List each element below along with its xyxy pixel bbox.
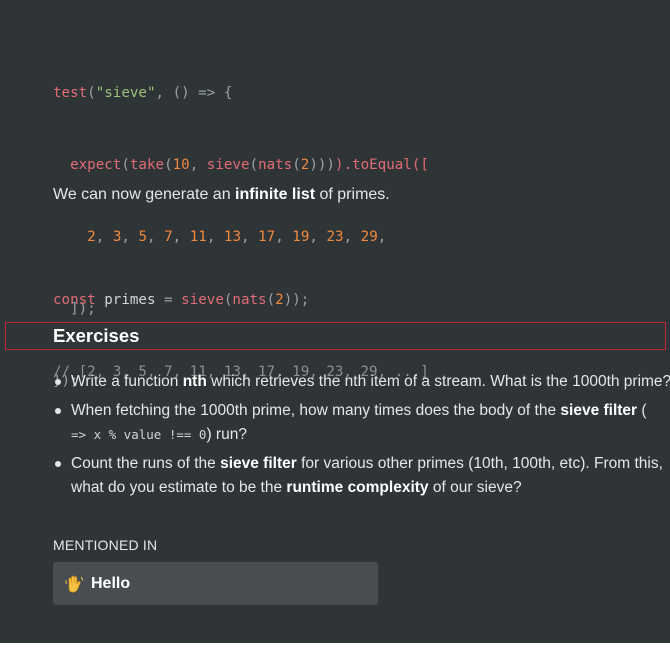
list-item: When fetching the 1000th prime, how many… — [53, 399, 670, 447]
code-token: test — [53, 85, 88, 101]
code-token: 10 — [172, 157, 190, 173]
paragraph-text: of primes. — [315, 186, 390, 203]
list-item: Write a function nth which retrieves the… — [53, 370, 670, 394]
code-token: nats — [232, 292, 267, 308]
list-item-text: Count the runs of the — [71, 455, 221, 472]
code-token: const — [53, 292, 96, 308]
mention-card-hello[interactable]: Hello — [53, 562, 378, 605]
list-item: Count the runs of the sieve filter for v… — [53, 452, 670, 500]
code-token: take — [129, 157, 165, 173]
code-token: ).toEqual([ — [334, 157, 429, 173]
mention-card-title[interactable]: Hello — [91, 575, 130, 593]
list-item-bold: runtime complexity — [286, 479, 429, 496]
code-token: primes — [95, 292, 165, 308]
code-token: , () => { — [155, 85, 233, 101]
list-item-text: ) run? — [206, 426, 247, 443]
list-item-text: which retrieves the nth item of a stream… — [206, 373, 670, 390]
list-item-text: Write a function — [71, 373, 183, 390]
code-token: sieve — [206, 157, 250, 173]
exercises-list: Write a function nth which retrieves the… — [53, 370, 670, 500]
code-token: = — [164, 292, 173, 308]
paragraph-text: We can now generate an — [53, 186, 236, 203]
code-token: sieve — [181, 292, 224, 308]
code-token: expect — [70, 157, 122, 173]
page: } test("sieve", () => { expect(take(10, … — [0, 0, 670, 643]
list-item-bold: sieve filter — [220, 455, 297, 472]
code-token: nats — [258, 157, 293, 173]
list-item-text: for various other primes (10th, 100th, e… — [296, 455, 663, 472]
code-token: "sieve" — [95, 85, 156, 101]
code-token: 2 — [275, 292, 284, 308]
inline-code: => x % value !== 0 — [71, 427, 207, 442]
mentioned-in-label: MENTIONED IN — [53, 537, 158, 553]
list-item-bold: nth — [182, 373, 207, 390]
list-item-text: of our sieve? — [428, 479, 522, 496]
waving-hand-icon — [64, 574, 84, 594]
paragraph-infinite-primes: We can now generate an infinite list of … — [53, 186, 390, 204]
list-item-text: what do you estimate to be the — [71, 479, 287, 496]
list-item-bold: sieve filter — [560, 402, 638, 419]
exercises-heading: Exercises — [53, 325, 140, 346]
list-item-text: When fetching the 1000th prime, how many… — [71, 402, 561, 419]
list-item-text: ( — [637, 402, 647, 419]
paragraph-bold: infinite list — [235, 186, 316, 203]
